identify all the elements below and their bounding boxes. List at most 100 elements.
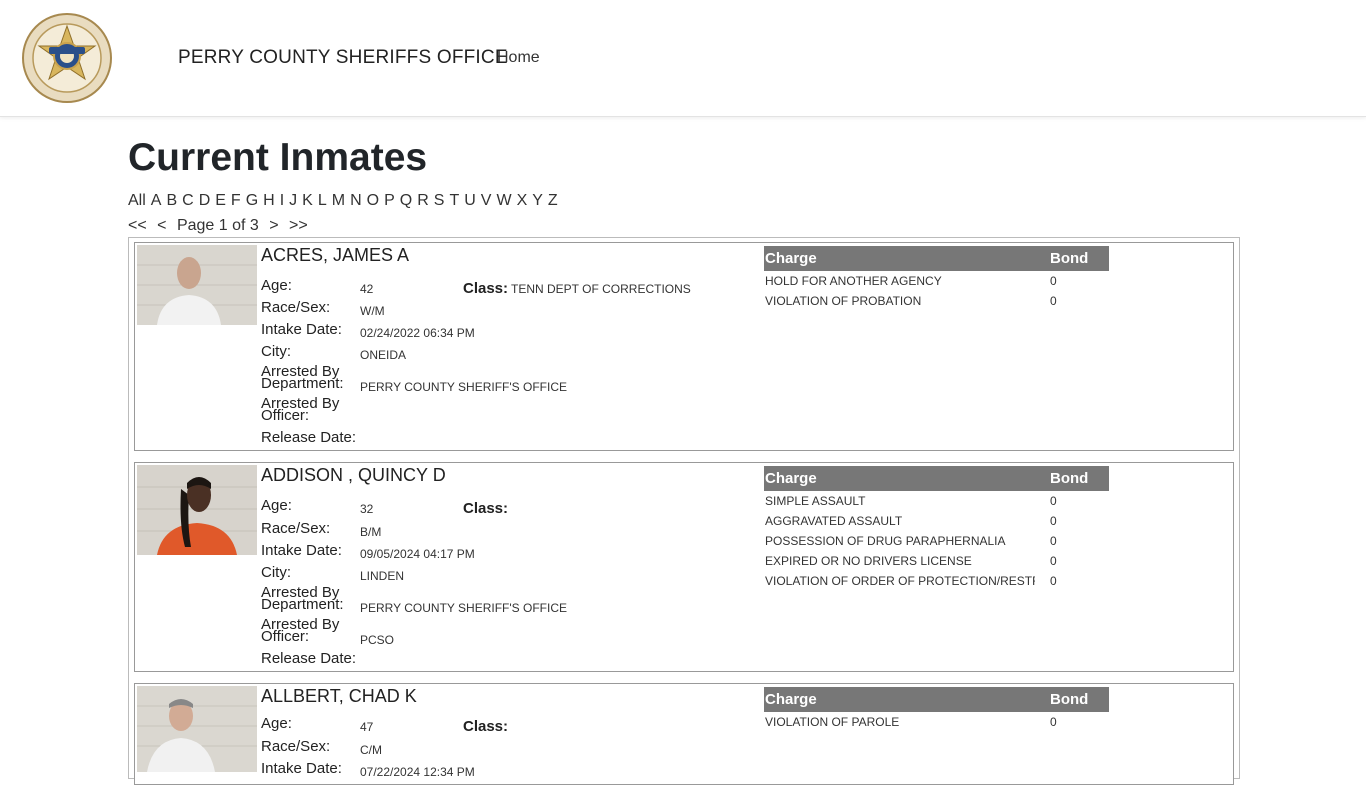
class-label: Class:	[463, 500, 509, 517]
letter-filter-m[interactable]: M	[332, 192, 345, 209]
age-value: 42	[360, 282, 374, 296]
race-sex-label: Race/Sex:	[261, 738, 331, 755]
city-value: LINDEN	[360, 569, 405, 583]
pagination: << < Page 1 of 3 > >>	[128, 217, 314, 235]
charge-row: HOLD FOR ANOTHER AGENCY 0	[764, 271, 1109, 291]
charges-header: Charge Bond	[764, 687, 1109, 712]
letter-filter-j[interactable]: J	[289, 192, 297, 209]
inmate-name[interactable]: ACRES, JAMES A	[261, 245, 409, 266]
race-sex-value: B/M	[360, 525, 382, 539]
letter-filter-t[interactable]: T	[449, 192, 459, 209]
charge-text: SIMPLE ASSAULT	[765, 494, 866, 508]
inmate-card: ADDISON , QUINCY D Age: 32 Class: Race/S…	[134, 462, 1234, 672]
letter-filter-u[interactable]: U	[464, 192, 476, 209]
brand-title[interactable]: PERRY COUNTY SHERIFFS OFFICE	[178, 47, 508, 69]
charge-text: VIOLATION OF ORDER OF PROTECTION/RESTRAI	[765, 574, 1035, 588]
letter-filter-f[interactable]: F	[231, 192, 241, 209]
bond-amount: 0	[1050, 554, 1057, 568]
letter-filter-x[interactable]: X	[517, 192, 528, 209]
letter-filter-a[interactable]: A	[151, 192, 162, 209]
charge-column-header: Charge	[765, 250, 817, 267]
nav-home-link[interactable]: Home	[497, 49, 540, 67]
letter-filter-c[interactable]: C	[182, 192, 194, 209]
arrested-officer-label-2: Officer:	[261, 407, 310, 424]
city-label: City:	[261, 564, 291, 581]
letter-filter-o[interactable]: O	[367, 192, 379, 209]
charge-row: EXPIRED OR NO DRIVERS LICENSE 0	[764, 551, 1109, 571]
arrested-dept-label-2: Department:	[261, 596, 344, 613]
letter-filter-z[interactable]: Z	[548, 192, 558, 209]
letter-filter-d[interactable]: D	[199, 192, 211, 209]
intake-date-label: Intake Date:	[261, 542, 342, 559]
inmate-card: ALLBERT, CHAD K Age: 47 Class: Race/Sex:…	[134, 683, 1234, 785]
charges-table: Charge Bond HOLD FOR ANOTHER AGENCY 0 VI…	[764, 246, 1109, 311]
navbar: PERRY COUNTY SHERIFFS OFFICE Home	[0, 0, 1366, 117]
charge-row: VIOLATION OF PAROLE 0	[764, 712, 1109, 732]
inmate-photo[interactable]	[137, 245, 257, 325]
race-sex-label: Race/Sex:	[261, 299, 331, 316]
letter-filter-g[interactable]: G	[246, 192, 258, 209]
bond-amount: 0	[1050, 274, 1057, 288]
bond-column-header: Bond	[1050, 470, 1089, 487]
charges-header: Charge Bond	[764, 466, 1109, 491]
letter-filter-v[interactable]: V	[481, 192, 492, 209]
bond-column-header: Bond	[1050, 250, 1089, 267]
intake-date-value: 09/05/2024 04:17 PM	[360, 547, 475, 561]
arrested-dept-label-2: Department:	[261, 375, 344, 392]
charge-text: VIOLATION OF PROBATION	[765, 294, 922, 308]
inmate-card: ACRES, JAMES A Age: 42 Class: TENN DEPT …	[134, 242, 1234, 451]
release-date-label: Release Date:	[261, 650, 357, 667]
charges-table: Charge Bond VIOLATION OF PAROLE 0	[764, 687, 1109, 732]
race-sex-value: C/M	[360, 743, 382, 757]
letter-filter-w[interactable]: W	[496, 192, 511, 209]
intake-date-label: Intake Date:	[261, 321, 342, 338]
letter-filter-n[interactable]: N	[350, 192, 362, 209]
letter-filter-s[interactable]: S	[434, 192, 445, 209]
charge-row: SIMPLE ASSAULT 0	[764, 491, 1109, 511]
arrested-officer-label-2: Officer:	[261, 628, 310, 645]
bond-amount: 0	[1050, 715, 1057, 729]
inmate-name[interactable]: ADDISON , QUINCY D	[261, 465, 446, 486]
inmate-name[interactable]: ALLBERT, CHAD K	[261, 686, 417, 707]
charge-text: HOLD FOR ANOTHER AGENCY	[765, 274, 942, 288]
prev-page-link[interactable]: <	[157, 217, 166, 234]
age-label: Age:	[261, 497, 292, 514]
release-date-label: Release Date:	[261, 429, 357, 446]
letter-filter-i[interactable]: I	[280, 192, 284, 209]
class-label: Class:	[463, 718, 509, 735]
department-value: PERRY COUNTY SHERIFF'S OFFICE	[360, 380, 567, 394]
letter-filter-p[interactable]: P	[384, 192, 395, 209]
next-page-link[interactable]: >	[269, 217, 278, 234]
race-sex-label: Race/Sex:	[261, 520, 331, 537]
letter-filter-l[interactable]: L	[318, 192, 327, 209]
intake-date-value: 07/22/2024 12:34 PM	[360, 765, 475, 779]
letter-filter-y[interactable]: Y	[532, 192, 543, 209]
bond-amount: 0	[1050, 534, 1057, 548]
age-value: 47	[360, 720, 374, 734]
charges-header: Charge Bond	[764, 246, 1109, 271]
bond-amount: 0	[1050, 294, 1057, 308]
last-page-link[interactable]: >>	[289, 217, 308, 234]
letter-filter-e[interactable]: E	[215, 192, 226, 209]
sheriff-badge-logo[interactable]	[21, 12, 113, 104]
letter-filter-h[interactable]: H	[263, 192, 275, 209]
charge-text: VIOLATION OF PAROLE	[765, 715, 900, 729]
page-indicator: Page 1 of 3	[176, 217, 259, 234]
charges-table: Charge Bond SIMPLE ASSAULT 0 AGGRAVATED …	[764, 466, 1109, 591]
first-page-link[interactable]: <<	[128, 217, 147, 234]
letter-filter-all[interactable]: All	[128, 192, 146, 209]
inmate-photo[interactable]	[137, 686, 257, 772]
letter-filter-b[interactable]: B	[166, 192, 177, 209]
letter-filter-q[interactable]: Q	[400, 192, 412, 209]
bond-amount: 0	[1050, 574, 1057, 588]
intake-date-label: Intake Date:	[261, 760, 342, 777]
department-value: PERRY COUNTY SHERIFF'S OFFICE	[360, 601, 567, 615]
letter-filter-r[interactable]: R	[417, 192, 429, 209]
inmate-photo[interactable]	[137, 465, 257, 555]
inmate-list: ACRES, JAMES A Age: 42 Class: TENN DEPT …	[128, 237, 1240, 785]
charge-text: AGGRAVATED ASSAULT	[765, 514, 903, 528]
letter-filter-k[interactable]: K	[302, 192, 313, 209]
age-label: Age:	[261, 277, 292, 294]
class-value: TENN DEPT OF CORRECTIONS	[511, 282, 691, 296]
charge-row: VIOLATION OF PROBATION 0	[764, 291, 1109, 311]
